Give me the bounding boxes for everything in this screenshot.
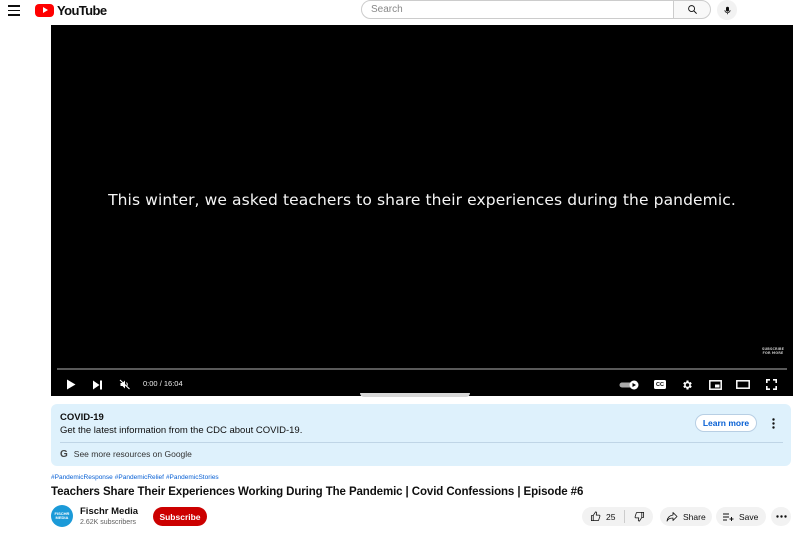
covid-panel-title: COVID-19: [60, 412, 104, 423]
covid-panel-divider: [60, 442, 783, 443]
next-icon: [92, 380, 102, 389]
logo-text: YouTube: [57, 2, 107, 18]
covid-info-panel: COVID-19 Get the latest information from…: [51, 404, 791, 466]
thumbs-down-icon: [634, 511, 644, 522]
fullscreen-button[interactable]: [762, 373, 780, 396]
save-button[interactable]: Save: [716, 507, 766, 526]
gear-icon: [683, 380, 692, 389]
search-button[interactable]: [673, 0, 711, 19]
youtube-logo[interactable]: YouTube: [35, 2, 107, 18]
like-count: 25: [606, 511, 616, 522]
save-label: Save: [739, 511, 759, 522]
like-button[interactable]: 25: [582, 507, 624, 526]
player-bottom-shadow: [360, 393, 470, 397]
subscribe-button[interactable]: Subscribe: [153, 507, 207, 526]
search-input[interactable]: [361, 0, 674, 19]
channel-name[interactable]: Fischr Media: [80, 506, 138, 517]
miniplayer-icon: [708, 379, 722, 390]
google-icon: G: [60, 448, 68, 460]
autoplay-toggle-icon: [619, 380, 639, 389]
voice-search-button[interactable]: [717, 0, 737, 20]
video-player[interactable]: This winter, we asked teachers to share …: [51, 25, 793, 396]
covid-panel-description: Get the latest information from the CDC …: [60, 425, 303, 436]
play-button[interactable]: [63, 373, 79, 396]
covid-panel-more-button[interactable]: [767, 414, 779, 432]
hamburger-menu-icon[interactable]: [6, 2, 24, 18]
play-icon: [67, 379, 76, 390]
microphone-icon: [724, 6, 730, 14]
search-icon: [687, 5, 697, 14]
miniplayer-button[interactable]: [706, 373, 724, 396]
channel-avatar[interactable]: FISCHR MEDIA: [51, 505, 73, 527]
hashtag-list: #PandemicResponse #PandemicRelief #Pande…: [51, 474, 219, 481]
dislike-button[interactable]: [625, 507, 653, 526]
avatar-text-line2: MEDIA: [55, 515, 69, 520]
thumbs-up-icon: [590, 511, 601, 522]
mute-button[interactable]: [117, 373, 133, 396]
subscriber-count: 2.62K subscribers: [80, 519, 137, 526]
next-button[interactable]: [89, 373, 105, 396]
youtube-play-icon: [35, 3, 54, 17]
like-dislike-group: 25: [582, 507, 653, 526]
share-button[interactable]: Share: [660, 507, 712, 526]
hashtag-link[interactable]: #PandemicResponse: [51, 474, 113, 481]
settings-button[interactable]: [678, 373, 696, 396]
duration: 16:04: [163, 379, 183, 388]
captions-button[interactable]: CC: [651, 373, 669, 396]
theater-mode-icon: [736, 380, 750, 389]
top-bar: YouTube: [0, 0, 800, 22]
watermark-line2: FOR MORE: [762, 351, 784, 355]
more-vertical-icon: [771, 417, 775, 429]
time-display: 0:00 / 16:04: [143, 379, 183, 388]
hashtag-link[interactable]: #PandemicStories: [166, 474, 219, 481]
current-time: 0:00: [143, 379, 158, 388]
hashtag-link[interactable]: #PandemicRelief: [115, 474, 164, 481]
share-icon: [666, 512, 678, 522]
google-resources-link[interactable]: G See more resources on Google: [60, 446, 192, 462]
subscribe-watermark[interactable]: SUBSCRIBE FOR MORE: [762, 347, 784, 355]
more-actions-button[interactable]: [771, 507, 791, 526]
captions-icon: CC: [654, 380, 666, 389]
progress-bar[interactable]: [57, 368, 787, 370]
video-subtitle: This winter, we asked teachers to share …: [108, 191, 736, 209]
video-title: Teachers Share Their Experiences Working…: [51, 486, 584, 498]
more-horizontal-icon: [775, 515, 787, 518]
learn-more-button[interactable]: Learn more: [695, 414, 757, 432]
google-link-text: See more resources on Google: [73, 449, 192, 459]
add-to-playlist-icon: [723, 513, 734, 521]
share-label: Share: [683, 511, 706, 522]
theater-mode-button[interactable]: [734, 373, 752, 396]
fullscreen-icon: [765, 379, 777, 390]
volume-muted-icon: [119, 379, 130, 390]
autoplay-toggle[interactable]: [618, 373, 642, 396]
